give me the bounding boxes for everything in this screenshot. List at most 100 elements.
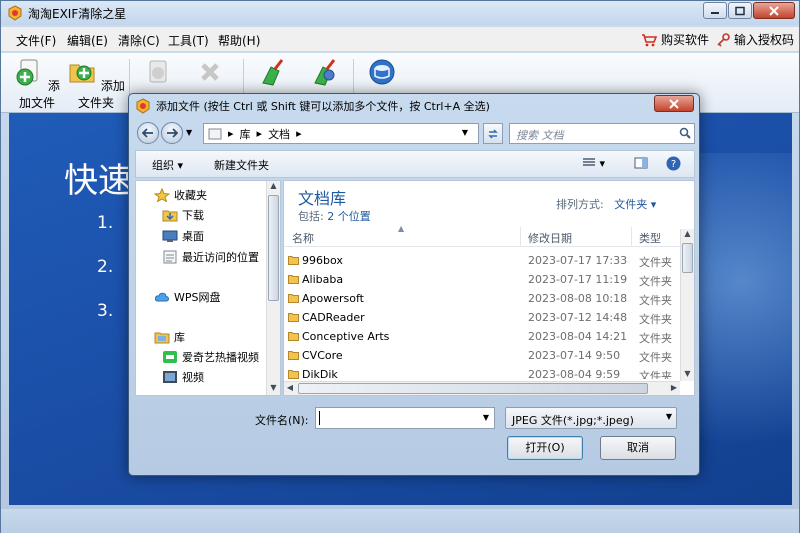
nav-pane-scrollbar[interactable]: ▲ ▼ [266, 181, 280, 395]
buy-software-link[interactable]: 购买软件 [641, 31, 709, 48]
add-folder-button[interactable]: 添加文件夹 [67, 57, 125, 111]
file-row[interactable]: CADReader 2023-07-12 14:48 文件夹 [284, 308, 680, 327]
scroll-right-icon[interactable]: ▶ [668, 383, 680, 395]
library-locations-link[interactable]: 2 个位置 [327, 210, 371, 223]
column-name[interactable]: 名称 [292, 230, 314, 246]
folder-icon [288, 294, 299, 303]
file-row[interactable]: 996box 2023-07-17 17:33 文件夹 [284, 251, 680, 270]
column-type[interactable]: 类型 [639, 230, 661, 246]
history-dropdown-icon[interactable]: ▼ [186, 128, 192, 137]
nav-desktop[interactable]: 桌面 [162, 228, 204, 244]
arrange-label: 排列方式: [556, 198, 604, 211]
nav-libraries[interactable]: 库 [154, 329, 185, 345]
file-date: 2023-08-04 9:59 [528, 368, 621, 379]
close-button[interactable] [753, 2, 795, 19]
cancel-button[interactable]: 取消 [600, 436, 676, 460]
scrollbar-thumb[interactable] [298, 383, 648, 394]
maximize-button[interactable] [728, 2, 752, 19]
filename-dropdown-icon[interactable]: ▼ [478, 408, 494, 428]
scroll-down-icon[interactable]: ▼ [681, 369, 694, 381]
remove-button[interactable] [141, 57, 175, 93]
enter-license-label: 输入授权码 [734, 33, 795, 47]
menu-clean[interactable]: 清除(C) [118, 32, 160, 49]
add-folder-icon [69, 64, 95, 83]
add-file-button[interactable]: 添加文件 [13, 57, 61, 111]
close-icon [769, 5, 779, 16]
nav-recent-places[interactable]: 最近访问的位置 [162, 249, 259, 265]
clean-icon [262, 59, 284, 86]
file-row[interactable]: Apowersoft 2023-08-08 10:18 文件夹 [284, 289, 680, 308]
address-bar[interactable]: ▸ 库 ▸ 文档 ▸ ▼ [203, 123, 479, 144]
filename-input[interactable]: ▼ [315, 407, 495, 429]
key-icon [717, 32, 730, 47]
file-row[interactable]: CVCore 2023-07-14 9:50 文件夹 [284, 346, 680, 365]
file-type-filter-value: JPEG 文件(*.jpg;*.jpeg) [512, 414, 634, 427]
libraries-icon [154, 332, 170, 344]
scrollbar-thumb[interactable] [682, 243, 693, 273]
nav-label: 下载 [182, 209, 204, 222]
file-list-scrollbar[interactable]: ▲ ▼ [680, 229, 694, 381]
nav-videos[interactable]: 视频 [162, 369, 204, 385]
scrollbar-thumb[interactable] [268, 195, 279, 301]
view-options-button[interactable]: ▾ [582, 157, 605, 170]
file-row[interactable]: DikDik 2023-08-04 9:59 文件夹 [284, 365, 680, 379]
scroll-up-icon[interactable]: ▲ [681, 229, 694, 241]
column-divider[interactable] [631, 227, 632, 247]
scroll-down-icon[interactable]: ▼ [267, 383, 280, 395]
navigation-row: ▼ ▸ 库 ▸ 文档 ▸ ▼ 搜索 文档 [135, 120, 695, 146]
file-type: 文件夹 [639, 256, 672, 269]
enter-license-link[interactable]: 输入授权码 [716, 31, 794, 48]
refresh-button[interactable] [483, 123, 503, 144]
status-bar [1, 509, 799, 533]
clean-button[interactable] [255, 57, 289, 93]
buy-software-label: 购买软件 [661, 33, 710, 47]
file-list-hscrollbar[interactable]: ◀ ▶ [284, 381, 680, 395]
path-library[interactable]: 库 [240, 126, 251, 142]
column-divider[interactable] [520, 227, 521, 247]
open-button[interactable]: 打开(O) [507, 436, 583, 460]
delete-button[interactable] [193, 57, 227, 93]
sort-ascending-icon: ▲ [398, 224, 405, 233]
folder-icon [288, 351, 299, 360]
back-button[interactable] [137, 122, 159, 144]
dialog-close-button[interactable] [654, 95, 694, 112]
organize-button[interactable]: 组织 ▾ [152, 157, 183, 173]
search-input[interactable]: 搜索 文档 [509, 123, 695, 144]
arrow-right-icon [167, 128, 178, 138]
library-icon [208, 128, 222, 139]
scroll-up-icon[interactable]: ▲ [267, 181, 280, 193]
preview-pane-button[interactable] [634, 157, 648, 172]
settings-button[interactable] [307, 57, 341, 93]
database-button[interactable] [365, 57, 399, 93]
file-type: 文件夹 [639, 275, 672, 288]
file-type-filter[interactable]: JPEG 文件(*.jpg;*.jpeg) ▼ [505, 407, 677, 429]
nav-favorites[interactable]: 收藏夹 [154, 187, 207, 203]
path-documents[interactable]: 文档 [268, 126, 290, 142]
menu-edit[interactable]: 编辑(E) [67, 32, 108, 49]
file-row[interactable]: Conceptive Arts 2023-08-04 14:21 文件夹 [284, 327, 680, 346]
menu-file[interactable]: 文件(F) [16, 32, 56, 49]
remove-icon [149, 60, 167, 83]
scroll-left-icon[interactable]: ◀ [284, 383, 296, 395]
nav-iqiyi-videos[interactable]: 爱奇艺热播视频 [162, 349, 259, 365]
help-button[interactable]: ? [666, 156, 681, 174]
command-bar: 组织 ▾ 新建文件夹 ▾ ? [135, 150, 695, 178]
title-bar: 淘淘EXIF清除之星 [1, 1, 799, 25]
star-icon [154, 188, 170, 202]
new-folder-button[interactable]: 新建文件夹 [214, 157, 269, 173]
nav-downloads[interactable]: 下载 [162, 207, 204, 223]
column-date[interactable]: 修改日期 [528, 230, 572, 246]
step-item: 3. [97, 301, 114, 321]
step-item: 1. [97, 213, 114, 233]
address-dropdown-icon[interactable]: ▼ [462, 128, 468, 137]
nav-wps-cloud[interactable]: WPS网盘 [154, 289, 221, 305]
path-separator: ▸ [296, 127, 302, 140]
chevron-down-icon: ▼ [665, 412, 672, 421]
menu-bar: 文件(F) 编辑(E) 清除(C) 工具(T) 帮助(H) 购买软件 输入授权码 [1, 27, 799, 51]
menu-tools[interactable]: 工具(T) [168, 32, 209, 49]
menu-help[interactable]: 帮助(H) [218, 32, 260, 49]
forward-button[interactable] [161, 122, 183, 144]
minimize-button[interactable] [703, 2, 727, 19]
file-row[interactable]: Alibaba 2023-07-17 11:19 文件夹 [284, 270, 680, 289]
arrange-dropdown[interactable]: 文件夹 ▾ [614, 198, 656, 211]
